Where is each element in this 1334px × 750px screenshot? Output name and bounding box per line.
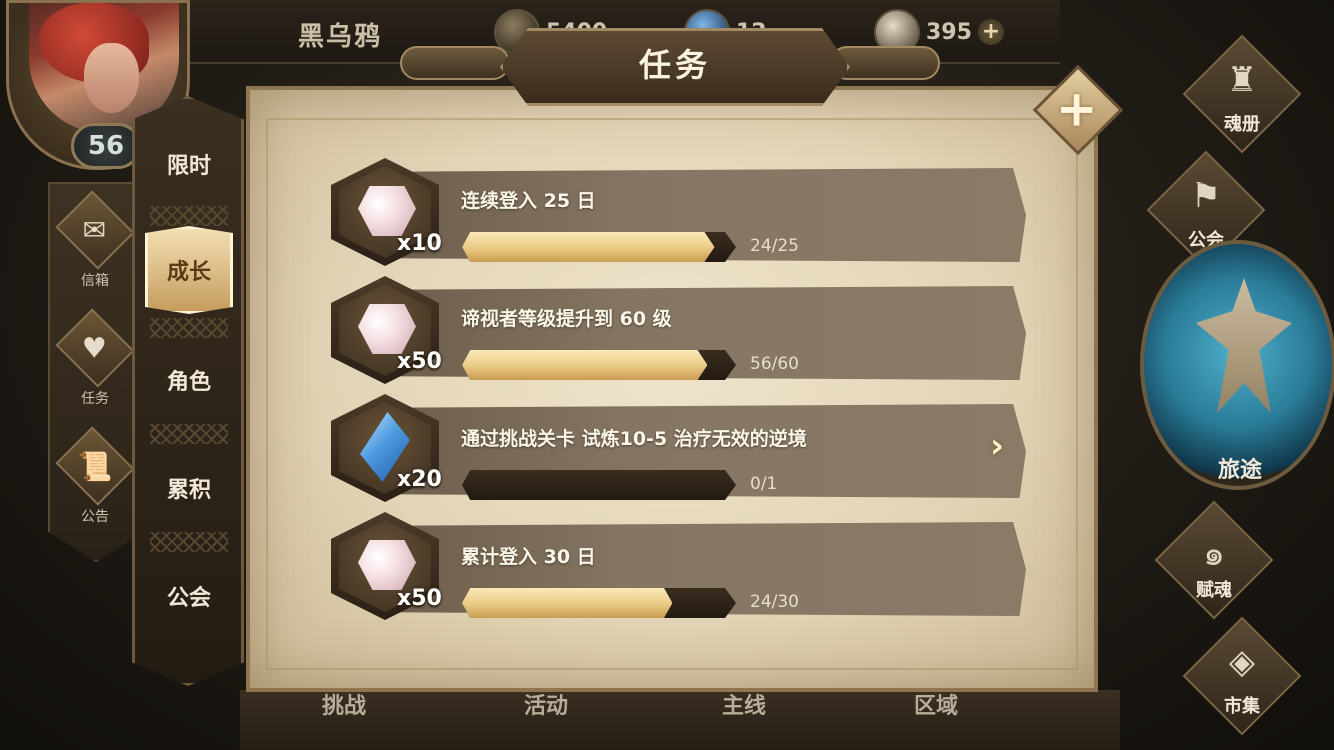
tab-guild[interactable]: 公会 — [145, 552, 233, 640]
reward-quantity: x50 — [397, 349, 442, 374]
tab-limited[interactable]: 限时 — [145, 120, 233, 208]
player-level-badge: 56 — [71, 123, 141, 169]
add-currency-button[interactable]: + — [977, 19, 1004, 45]
notice-icon: 📜 — [77, 449, 113, 483]
tab-divider — [150, 206, 228, 226]
task-title: 累计登入 30 日 — [461, 546, 596, 568]
mailbox-label: 信箱 — [81, 273, 109, 289]
task-progress-bar — [462, 350, 736, 380]
tab-divider — [150, 532, 228, 552]
tab-divider — [150, 318, 228, 338]
tab-divider — [150, 424, 228, 444]
close-icon: + — [1049, 89, 1107, 131]
tab-character[interactable]: 角色 — [145, 336, 233, 424]
reward-quantity: x20 — [397, 467, 442, 492]
task-progress-bar — [462, 588, 736, 618]
soul-book-button[interactable]: ♜ 魂册 — [1172, 34, 1312, 154]
task-progress-bar — [462, 232, 736, 262]
player-name: 黑乌鸦 — [298, 22, 383, 52]
helmet-icon: ♜ — [1226, 60, 1258, 100]
currency-soul-stone-value: 395 — [926, 19, 972, 45]
guild-banner-icon: ⚑ — [1190, 176, 1222, 216]
task-progress-text: 0/1 — [750, 474, 778, 494]
market-button[interactable]: ◈ 市集 — [1172, 616, 1312, 736]
mailbox-button[interactable]: ✉ 信箱 — [55, 190, 135, 290]
mail-icon: ✉ — [83, 213, 107, 247]
soul-imbue-button[interactable]: ๑ 赋魂 — [1144, 500, 1284, 620]
task-progress-fill — [462, 350, 708, 380]
task-progress-fill — [462, 588, 673, 618]
task-title: 通过挑战关卡 试炼10-5 治疗无效的逆境 — [461, 428, 807, 450]
tab-growth[interactable]: 成长 — [145, 226, 233, 314]
journey-label: 旅途 — [1217, 458, 1262, 483]
quest-icon: ♥ — [82, 331, 108, 365]
panel-title: 任务 — [638, 46, 711, 84]
swirl-icon: ๑ — [1203, 534, 1225, 574]
notice-label: 公告 — [81, 509, 109, 525]
quest-label: 任务 — [81, 391, 109, 407]
bottom-nav-bar — [240, 690, 1120, 750]
bottom-nav-event[interactable]: 活动 — [524, 688, 568, 720]
notice-button[interactable]: 📜 公告 — [55, 426, 135, 526]
title-ornament-left — [400, 46, 510, 80]
market-gem-icon: ◈ — [1228, 642, 1256, 682]
reward-quantity: x50 — [397, 586, 442, 611]
task-progress-text: 56/60 — [750, 354, 799, 374]
bottom-nav-challenge[interactable]: 挑战 — [322, 688, 366, 720]
bottom-nav-main[interactable]: 主线 — [722, 688, 766, 720]
soul-imbue-label: 赋魂 — [1196, 580, 1232, 601]
task-title: 谛视者等级提升到 60 级 — [461, 308, 672, 330]
task-progress-text: 24/30 — [750, 592, 799, 612]
task-progress-bar — [462, 470, 736, 500]
task-title: 连续登入 25 日 — [461, 190, 596, 212]
task-progress-text: 24/25 — [750, 236, 799, 256]
avatar-face — [84, 43, 139, 113]
tab-cumulative[interactable]: 累积 — [145, 444, 233, 532]
reward-quantity: x10 — [397, 231, 442, 256]
soul-book-label: 魂册 — [1224, 114, 1260, 135]
market-label: 市集 — [1224, 696, 1260, 717]
task-progress-fill — [462, 232, 715, 262]
bottom-nav-area[interactable]: 区域 — [914, 688, 958, 720]
go-to-task-arrow-icon[interactable]: › — [990, 426, 1024, 466]
quest-button[interactable]: ♥ 任务 — [55, 308, 135, 408]
